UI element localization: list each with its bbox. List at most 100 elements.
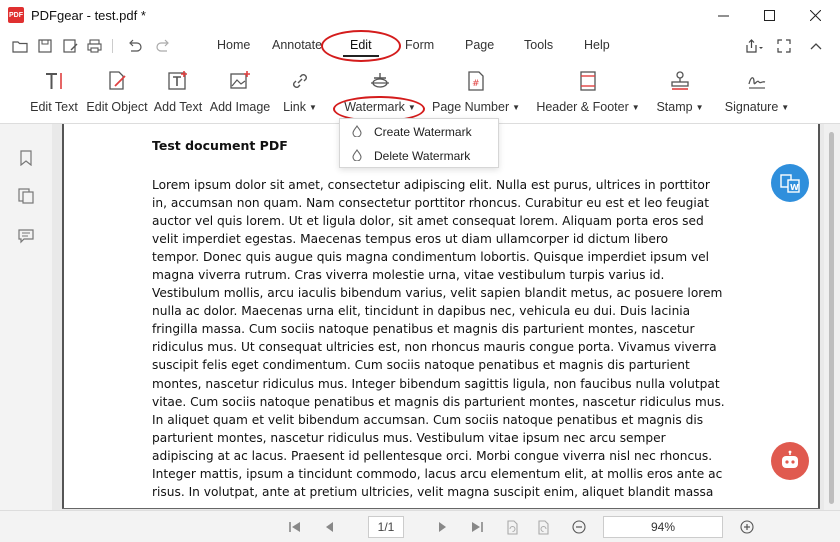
save-as-button[interactable]: [60, 36, 80, 56]
print-button[interactable]: [84, 36, 104, 56]
link-icon: [289, 68, 311, 94]
undo-button[interactable]: [124, 36, 144, 56]
document-text-line: velit imperdiet egestas. Maecenas tempus…: [152, 232, 669, 247]
last-page-button[interactable]: [466, 516, 488, 538]
header-footer-button[interactable]: Header & Footer ▼: [534, 68, 642, 120]
document-text-line: nulla ac dolor. Maecenas urna elit, tinc…: [152, 304, 691, 319]
document-body: Lorem ipsum dolor sit amet, consectetur …: [152, 176, 732, 501]
zoom-in-icon: [740, 520, 754, 534]
page-number-button[interactable]: # Page Number ▼: [432, 68, 520, 120]
header-footer-label: Header & Footer ▼: [536, 100, 640, 114]
chevron-up-icon: [810, 43, 822, 50]
pdf-page[interactable]: Test document PDF Lorem ipsum dolor sit …: [62, 124, 820, 508]
minimize-button[interactable]: [700, 0, 746, 30]
menu-page[interactable]: Page: [465, 38, 494, 52]
page-number-label: Page Number ▼: [431, 100, 521, 114]
first-page-button[interactable]: [284, 516, 306, 538]
window-title: PDFgear - test.pdf *: [31, 7, 146, 23]
fullscreen-button[interactable]: [774, 36, 794, 56]
undo-icon: [128, 39, 142, 52]
share-button[interactable]: [740, 36, 768, 56]
scrollbar-thumb[interactable]: [829, 132, 834, 504]
add-text-button[interactable]: Add Text: [154, 68, 202, 120]
add-image-label: Add Image: [209, 100, 271, 114]
document-text-line: auctor vel quis lorem. Ut et ligula dolo…: [152, 214, 704, 229]
share-icon: [746, 39, 763, 53]
page-edge: [62, 508, 820, 509]
document-text-line: montes, nascetur ridiculus mus. Integer …: [152, 376, 720, 391]
add-image-button[interactable]: Add Image: [210, 68, 270, 120]
app-logo: PDF: [8, 7, 24, 23]
redo-button[interactable]: [153, 36, 173, 56]
convert-to-word-button[interactable]: W: [771, 164, 809, 202]
watermark-label: Watermark ▼: [344, 100, 416, 114]
document-text-line: In aliquet quam et velit bibendum accums…: [152, 412, 704, 427]
collapse-ribbon-button[interactable]: [806, 36, 826, 56]
vertical-scrollbar[interactable]: [824, 124, 840, 510]
comments-button[interactable]: [16, 226, 36, 246]
save-edit-icon: [62, 39, 77, 53]
zoom-out-button[interactable]: [568, 516, 590, 538]
add-image-icon: [229, 68, 251, 94]
last-page-icon: [472, 522, 483, 532]
link-label: Link ▼: [283, 100, 317, 114]
ai-assistant-button[interactable]: [771, 442, 809, 480]
watermark-icon: [369, 68, 391, 94]
save-button[interactable]: [35, 36, 55, 56]
maximize-button[interactable]: [746, 0, 792, 30]
print-icon: [86, 39, 102, 53]
document-viewer[interactable]: Test document PDF Lorem ipsum dolor sit …: [52, 124, 840, 510]
header-footer-icon: [577, 68, 599, 94]
document-text-line: Vestibulum mollis, arcu iaculis bibendum…: [152, 286, 723, 301]
document-text-line: adipiscing at ac lacus. Praesent id pell…: [152, 448, 713, 463]
bookmarks-button[interactable]: [16, 148, 36, 168]
page-number-field[interactable]: 1/1: [368, 516, 404, 538]
edit-text-button[interactable]: Edit Text: [30, 68, 78, 120]
menu-help[interactable]: Help: [584, 38, 610, 52]
fullscreen-icon: [777, 39, 791, 53]
menu-form[interactable]: Form: [405, 38, 434, 52]
edit-object-button[interactable]: Edit Object: [86, 68, 148, 120]
add-text-label: Add Text: [153, 100, 203, 114]
maximize-icon: [763, 9, 775, 21]
rotate-left-button[interactable]: [500, 516, 522, 538]
stamp-label: Stamp ▼: [656, 100, 704, 114]
create-watermark-item[interactable]: Create Watermark: [340, 120, 498, 144]
document-text-line: ridiculus mus. Ut consequat ultricies es…: [152, 340, 717, 355]
next-page-button[interactable]: [432, 516, 454, 538]
rotate-right-button[interactable]: [534, 516, 556, 538]
watermark-button[interactable]: Watermark ▼: [340, 68, 420, 120]
document-text-line: tempor. Donec quis augue quis magna cond…: [152, 250, 710, 265]
signature-icon: [746, 68, 768, 94]
menu-tools[interactable]: Tools: [524, 38, 553, 52]
link-button[interactable]: Link ▼: [282, 68, 318, 120]
create-watermark-label: Create Watermark: [374, 125, 472, 139]
edit-object-icon: [106, 68, 128, 94]
edit-text-icon: [43, 68, 65, 94]
menu-annotate[interactable]: Annotate: [272, 38, 322, 52]
document-text-line: parturient montes, nascetur ridiculus mu…: [152, 430, 666, 445]
status-bar: 1/1 94%: [0, 510, 840, 542]
first-page-icon: [289, 522, 300, 532]
zoom-level-field[interactable]: 94%: [603, 516, 723, 538]
zoom-in-button[interactable]: [736, 516, 758, 538]
previous-page-button[interactable]: [318, 516, 340, 538]
close-button[interactable]: [792, 0, 838, 30]
edit-ribbon: Edit Text Edit Object Add Text Add Image…: [0, 62, 840, 124]
document-text-line: fringilla massa. Cum sociis natoque pena…: [152, 322, 695, 337]
delete-watermark-item[interactable]: Delete Watermark: [340, 144, 498, 168]
open-file-button[interactable]: [10, 36, 30, 56]
active-tab-underline: [343, 55, 379, 57]
thumbnails-button[interactable]: [16, 186, 36, 206]
stamp-icon: [669, 68, 691, 94]
stamp-button[interactable]: Stamp ▼: [654, 68, 706, 120]
signature-button[interactable]: Signature ▼: [722, 68, 792, 120]
comment-icon: [18, 229, 34, 244]
menu-edit[interactable]: Edit: [350, 38, 372, 52]
pages-icon: [18, 188, 34, 204]
delete-watermark-label: Delete Watermark: [374, 149, 471, 163]
rotate-right-icon: [538, 520, 549, 535]
chevron-right-icon: [439, 522, 446, 532]
menu-bar: Home Annotate Edit Form Page Tools Help: [0, 30, 840, 62]
menu-home[interactable]: Home: [217, 38, 250, 52]
